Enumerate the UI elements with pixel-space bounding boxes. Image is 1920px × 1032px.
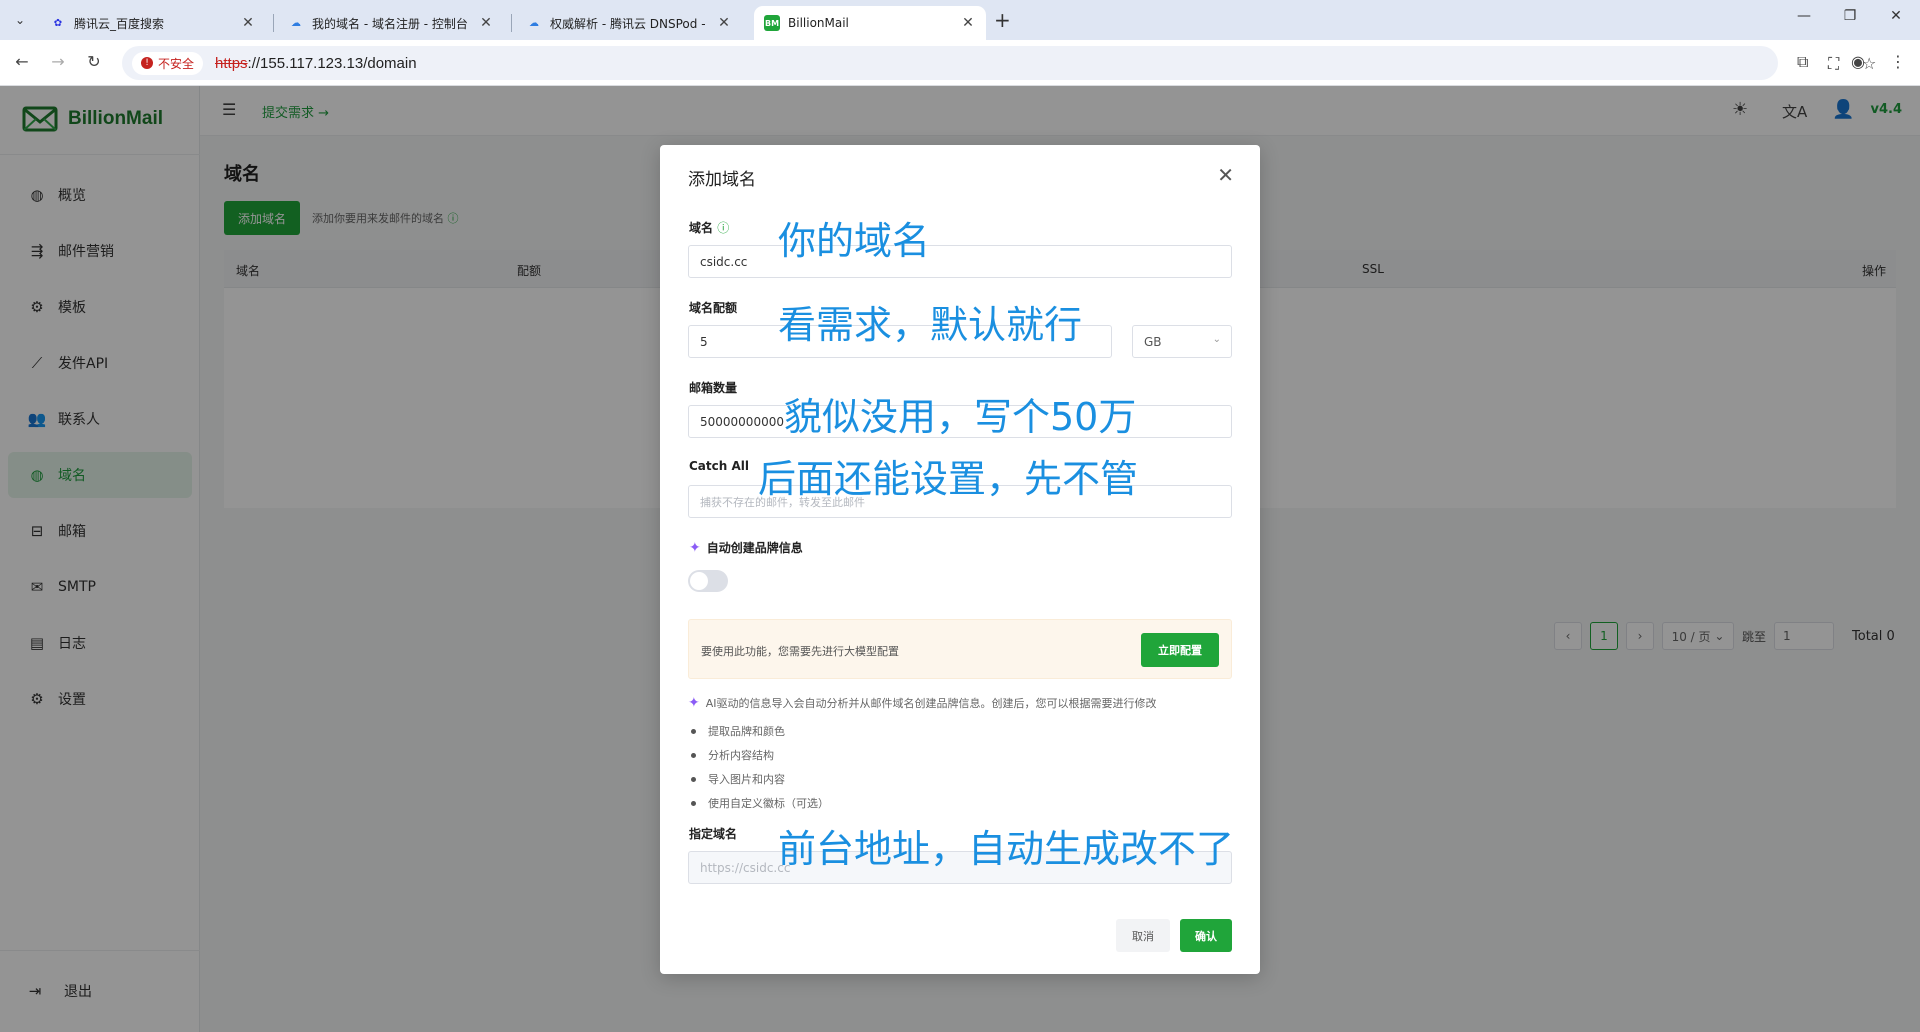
cloud-icon: ☁ (529, 17, 539, 29)
ai-feature-list: 提取品牌和颜色 分析内容结构 导入图片和内容 使用自定义徽标（可选） (688, 719, 829, 815)
url-text: https://155.117.123.13/domain (215, 55, 417, 72)
tab-title: 权威解析 - 腾讯云 DNSPod - 扌 (550, 16, 710, 31)
close-icon[interactable]: ✕ (478, 15, 494, 31)
list-item-text: 提取品牌和颜色 (708, 725, 785, 738)
domain-label-text: 域名 (689, 221, 714, 235)
warning-icon: ! (141, 57, 153, 69)
reload-icon[interactable]: ↻ (83, 52, 105, 71)
list-item: 分析内容结构 (688, 743, 829, 767)
configure-now-button[interactable]: 立即配置 (1141, 633, 1219, 667)
cancel-button[interactable]: 取消 (1116, 919, 1170, 952)
back-arrow-icon[interactable]: ← (11, 52, 33, 71)
security-label: 不安全 (158, 56, 195, 71)
cloud-icon: ☁ (291, 17, 301, 29)
billionmail-favicon: BM (764, 15, 780, 31)
browser-menu-icon[interactable]: ⋮ (1890, 52, 1906, 71)
browser-toolbar: ← → ↻ ! 不安全 https://155.117.123.13/domai… (0, 40, 1920, 86)
quota-unit-select[interactable]: GB ⌄ (1132, 325, 1232, 358)
url-scheme: https (215, 54, 248, 72)
brand-auto-label-text: 自动创建品牌信息 (706, 541, 803, 555)
domain-input[interactable]: csidc.cc (688, 245, 1232, 278)
brand-auto-toggle[interactable] (688, 570, 728, 592)
list-item: 导入图片和内容 (688, 767, 829, 791)
list-item-text: 使用自定义徽标（可选） (708, 797, 829, 810)
new-tab-button[interactable]: + (994, 8, 1011, 32)
tab-search-button[interactable]: ⌄ (8, 8, 32, 32)
extensions-icon[interactable]: ⧉ (1797, 52, 1808, 72)
browser-tab-dnspod[interactable]: ☁ 权威解析 - 腾讯云 DNSPod - 扌 ✕ (516, 6, 742, 40)
baidu-paw-icon: ✿ (53, 17, 63, 29)
tab-divider (273, 14, 274, 32)
site-domain-label: 指定域名 (689, 827, 738, 841)
close-icon[interactable]: ✕ (716, 15, 732, 31)
domain-label: 域名 ⓘ (689, 219, 729, 236)
close-icon[interactable]: ✕ (240, 15, 256, 31)
list-item-text: 分析内容结构 (708, 749, 774, 762)
quota-label: 域名配额 (689, 301, 738, 315)
catch-all-label: Catch All (689, 459, 749, 473)
address-bar[interactable]: ! 不安全 https://155.117.123.13/domain ⛶ ☆ (122, 46, 1876, 80)
close-icon[interactable]: ✕ (1217, 163, 1234, 187)
annotation-domain: 你的域名 (778, 219, 931, 263)
profile-icon[interactable]: ◉ (1851, 52, 1865, 71)
list-item-text: 导入图片和内容 (708, 773, 785, 786)
list-item: 提取品牌和颜色 (688, 719, 829, 743)
translate-page-icon[interactable]: ⛶ (1828, 54, 1839, 74)
browser-tab-billionmail[interactable]: BM BillionMail ✕ (754, 6, 986, 40)
help-circle-icon[interactable]: ⓘ (717, 221, 729, 235)
window-close-icon[interactable]: ✕ (1886, 8, 1906, 24)
tab-title: 腾讯云_百度搜索 (74, 16, 165, 31)
sparkle-icon: ✦ (688, 695, 700, 711)
notice-text: 要使用此功能，您需要先进行大模型配置 (701, 645, 899, 658)
llm-config-notice: 要使用此功能，您需要先进行大模型配置 立即配置 (688, 619, 1232, 679)
restore-icon[interactable]: ❐ (1840, 8, 1860, 24)
tab-divider (511, 14, 512, 32)
annotation-site: 前台地址，自动生成改不了 (778, 827, 1235, 871)
annotation-mailbox: 貌似没用，写个50万 (784, 395, 1137, 439)
url-host-path: ://155.117.123.13/domain (247, 54, 417, 72)
confirm-button[interactable]: 确认 (1180, 919, 1232, 952)
security-indicator[interactable]: ! 不安全 (132, 51, 204, 75)
annotation-quota: 看需求，默认就行 (778, 303, 1083, 347)
forward-arrow-icon[interactable]: → (47, 52, 69, 71)
quota-unit-value: GB (1144, 334, 1162, 349)
ai-description: ✦ AI驱动的信息导入会自动分析并从邮件域名创建品牌信息。创建后，您可以根据需要进… (688, 695, 1157, 711)
sparkle-icon: ✦ (689, 539, 701, 556)
browser-tab-strip: ⌄ ✿ 腾讯云_百度搜索 ✕ ☁ 我的域名 - 域名注册 - 控制台 ✕ ☁ 权… (0, 0, 1920, 40)
brand-auto-label: ✦ 自动创建品牌信息 (689, 539, 803, 556)
list-item: 使用自定义徽标（可选） (688, 791, 829, 815)
ai-description-text: AI驱动的信息导入会自动分析并从邮件域名创建品牌信息。创建后，您可以根据需要进行… (705, 697, 1157, 710)
toggle-knob (690, 572, 708, 590)
tab-title: 我的域名 - 域名注册 - 控制台 (312, 16, 468, 31)
tab-title: BillionMail (788, 16, 849, 30)
browser-tab-baidu[interactable]: ✿ 腾讯云_百度搜索 ✕ (40, 6, 266, 40)
minimize-icon[interactable]: — (1794, 8, 1814, 24)
close-icon[interactable]: ✕ (960, 15, 976, 31)
dialog-title: 添加域名 (688, 170, 756, 190)
browser-tab-domains[interactable]: ☁ 我的域名 - 域名注册 - 控制台 ✕ (278, 6, 504, 40)
chevron-down-icon: ⌄ (1212, 334, 1221, 345)
annotation-catchall: 后面还能设置，先不管 (758, 457, 1139, 501)
mailbox-count-label: 邮箱数量 (689, 381, 738, 395)
